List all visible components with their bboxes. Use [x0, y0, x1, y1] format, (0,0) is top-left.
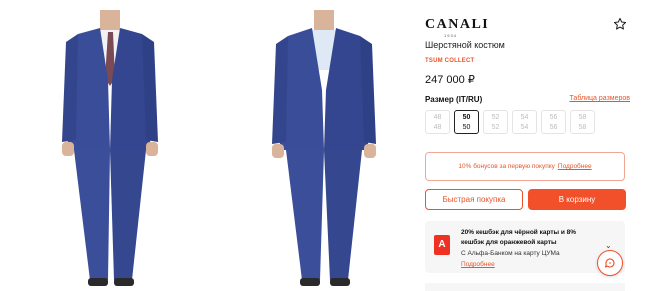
- cashback-title: 20% кешбэк для чёрной карты и 8% кешбэк …: [461, 229, 577, 246]
- size-it: 54: [520, 114, 529, 121]
- product-photo-side[interactable]: [252, 0, 402, 291]
- suit-open-collar-image: [272, 10, 376, 286]
- size-it: 48: [433, 114, 442, 121]
- size-option-58[interactable]: 58 58: [570, 110, 595, 134]
- size-option-48[interactable]: 48 48: [425, 110, 450, 134]
- size-chart-link[interactable]: Таблица размеров: [569, 95, 630, 102]
- chat-icon: [604, 258, 615, 268]
- bonus-more-link[interactable]: Подробнее: [558, 163, 592, 170]
- brand-logo[interactable]: CANALI: [425, 17, 489, 33]
- quick-buy-button[interactable]: Быстрая покупка: [425, 189, 523, 210]
- chat-button[interactable]: [597, 250, 623, 276]
- cashback-card[interactable]: А 20% кешбэк для чёрной карты и 8% кешбэ…: [425, 221, 625, 273]
- size-ru: 54: [520, 124, 529, 131]
- size-selector: 48 48 50 50 52 52 54 54 56 56 58 58: [425, 110, 595, 134]
- size-option-50[interactable]: 50 50: [454, 110, 479, 134]
- size-label: Размер (IT/RU): [425, 95, 483, 104]
- size-it: 58: [578, 114, 587, 121]
- star-outline-icon[interactable]: [613, 17, 627, 31]
- cashback-more-link[interactable]: Подробнее: [461, 261, 495, 268]
- size-option-56[interactable]: 56 56: [541, 110, 566, 134]
- add-to-cart-button[interactable]: В корзину: [528, 189, 626, 210]
- product-price: 247 000 ₽: [425, 74, 475, 86]
- cashback-subtitle: С Альфа-Банком на карту ЦУМа: [461, 250, 560, 257]
- chevron-down-icon[interactable]: ⌄: [605, 241, 612, 250]
- brand-year: 1934: [444, 33, 457, 38]
- suit-with-tie-image: [62, 10, 158, 286]
- size-it: 50: [462, 114, 471, 121]
- bonus-text: 10% бонусов за первую покупку: [458, 163, 555, 170]
- product-info-panel: CANALI 1934 Шерстяной костюм TSUM COLLEC…: [425, 0, 630, 291]
- size-it: 56: [549, 114, 558, 121]
- size-option-54[interactable]: 54 54: [512, 110, 537, 134]
- collection-badge: TSUM COLLECT: [425, 58, 475, 64]
- size-ru: 58: [578, 124, 587, 131]
- bonus-banner: 10% бонусов за первую покупку Подробнее: [425, 152, 625, 181]
- size-option-52[interactable]: 52 52: [483, 110, 508, 134]
- product-title: Шерстяной костюм: [425, 40, 505, 50]
- size-ru: 48: [433, 124, 442, 131]
- next-section-strip: [425, 283, 625, 291]
- size-ru: 56: [549, 124, 558, 131]
- alfa-bank-logo: А: [434, 235, 450, 255]
- product-photo-front[interactable]: [38, 0, 188, 291]
- size-it: 52: [491, 114, 500, 121]
- size-ru: 50: [462, 124, 471, 131]
- size-ru: 52: [491, 124, 500, 131]
